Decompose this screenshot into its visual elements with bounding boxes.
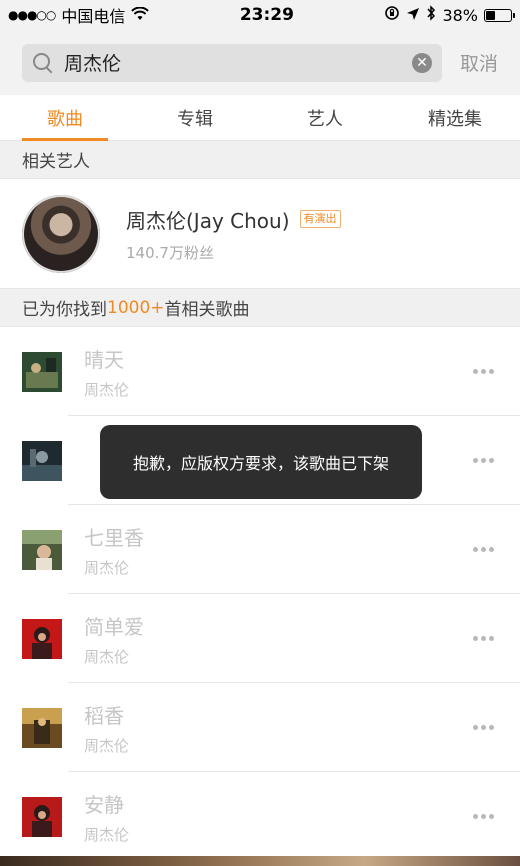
tab-albums[interactable]: 专辑 xyxy=(130,95,260,140)
song-texts: 七里香 周杰伦 xyxy=(84,522,470,578)
album-cover-icon xyxy=(22,707,62,748)
tab-playlists[interactable]: 精选集 xyxy=(390,95,520,140)
album-cover-icon xyxy=(22,618,62,659)
song-texts: 稻香 周杰伦 xyxy=(84,700,470,756)
artist-row[interactable]: 周杰伦(Jay Chou) 有演出 140.7万粉丝 xyxy=(0,179,520,289)
album-cover-icon xyxy=(22,351,62,392)
carrier-label: 中国电信 xyxy=(61,7,126,26)
song-artist: 周杰伦 xyxy=(84,647,130,666)
song-texts: 简单爱 周杰伦 xyxy=(84,611,470,667)
tab-songs[interactable]: 歌曲 xyxy=(0,95,130,141)
album-cover-icon xyxy=(22,796,62,837)
cancel-button[interactable]: 取消 xyxy=(460,49,498,76)
search-input[interactable] xyxy=(64,51,412,74)
avatar xyxy=(22,194,100,273)
more-icon[interactable] xyxy=(470,636,496,641)
rotation-lock-icon xyxy=(384,5,400,25)
album-cover-icon xyxy=(22,440,62,481)
song-artist: 周杰伦 xyxy=(84,558,130,577)
related-artists-header: 相关艺人 xyxy=(0,141,520,179)
artist-info: 周杰伦(Jay Chou) 有演出 140.7万粉丝 xyxy=(126,205,341,263)
tab-artists[interactable]: 艺人 xyxy=(260,95,390,140)
songs-found-count: 1000+ xyxy=(107,297,165,318)
location-icon xyxy=(406,6,420,25)
concert-badge: 有演出 xyxy=(299,210,341,228)
fans-count: 140.7万粉丝 xyxy=(126,243,214,262)
status-bar: ●●●○○ 中国电信 23:29 38% xyxy=(0,0,520,30)
song-texts: 安静 周杰伦 xyxy=(84,789,470,845)
status-right: 38% xyxy=(384,5,515,25)
search-icon xyxy=(32,52,54,74)
more-icon[interactable] xyxy=(470,725,496,730)
bluetooth-icon xyxy=(426,5,436,25)
songs-found-suffix: 首相关歌曲 xyxy=(164,300,250,320)
song-list: 晴天 周杰伦 七里香 周杰伦 简单爱 周杰伦 稻香 周杰伦 安静 周杰伦 xyxy=(0,327,520,861)
artist-name: 周杰伦(Jay Chou) xyxy=(126,208,290,233)
song-title: 简单爱 xyxy=(84,614,144,639)
song-row[interactable]: 七里香 周杰伦 xyxy=(0,505,520,594)
more-icon[interactable] xyxy=(470,458,496,463)
battery-label: 38% xyxy=(442,5,478,25)
search-box[interactable]: ✕ xyxy=(22,43,442,82)
songs-found-header: 已为你找到 1000+ 首相关歌曲 xyxy=(0,289,520,327)
song-title: 稻香 xyxy=(84,703,124,728)
song-row[interactable]: 安静 周杰伦 xyxy=(0,772,520,861)
clear-icon[interactable]: ✕ xyxy=(411,52,432,73)
signal-icon: ●●●○○ xyxy=(8,8,56,22)
song-texts: 晴天 周杰伦 xyxy=(84,344,470,400)
song-row[interactable]: 简单爱 周杰伦 xyxy=(0,594,520,683)
battery-icon xyxy=(484,8,515,22)
album-cover-icon xyxy=(22,529,62,570)
song-title: 晴天 xyxy=(84,347,124,372)
search-area: ✕ 取消 xyxy=(0,30,520,95)
tab-bar: 歌曲 专辑 艺人 精选集 xyxy=(0,95,520,141)
song-artist: 周杰伦 xyxy=(84,825,130,844)
song-title: 安静 xyxy=(84,792,124,817)
song-artist: 周杰伦 xyxy=(84,380,130,399)
more-icon[interactable] xyxy=(470,369,496,374)
song-artist: 周杰伦 xyxy=(84,736,130,755)
songs-found-prefix: 已为你找到 xyxy=(22,300,107,320)
song-title: 七里香 xyxy=(84,525,144,550)
wifi-icon xyxy=(131,6,150,25)
song-row[interactable]: 稻香 周杰伦 xyxy=(0,683,520,772)
status-left: ●●●○○ 中国电信 xyxy=(8,3,150,27)
more-icon[interactable] xyxy=(470,547,496,552)
song-row[interactable]: 晴天 周杰伦 xyxy=(0,327,520,416)
status-time: 23:29 xyxy=(239,5,294,25)
toast-message: 抱歉，应版权方要求，该歌曲已下架 xyxy=(100,425,422,499)
more-icon[interactable] xyxy=(470,814,496,819)
artist-name-line: 周杰伦(Jay Chou) 有演出 xyxy=(126,205,341,234)
mini-player-strip xyxy=(0,856,520,866)
